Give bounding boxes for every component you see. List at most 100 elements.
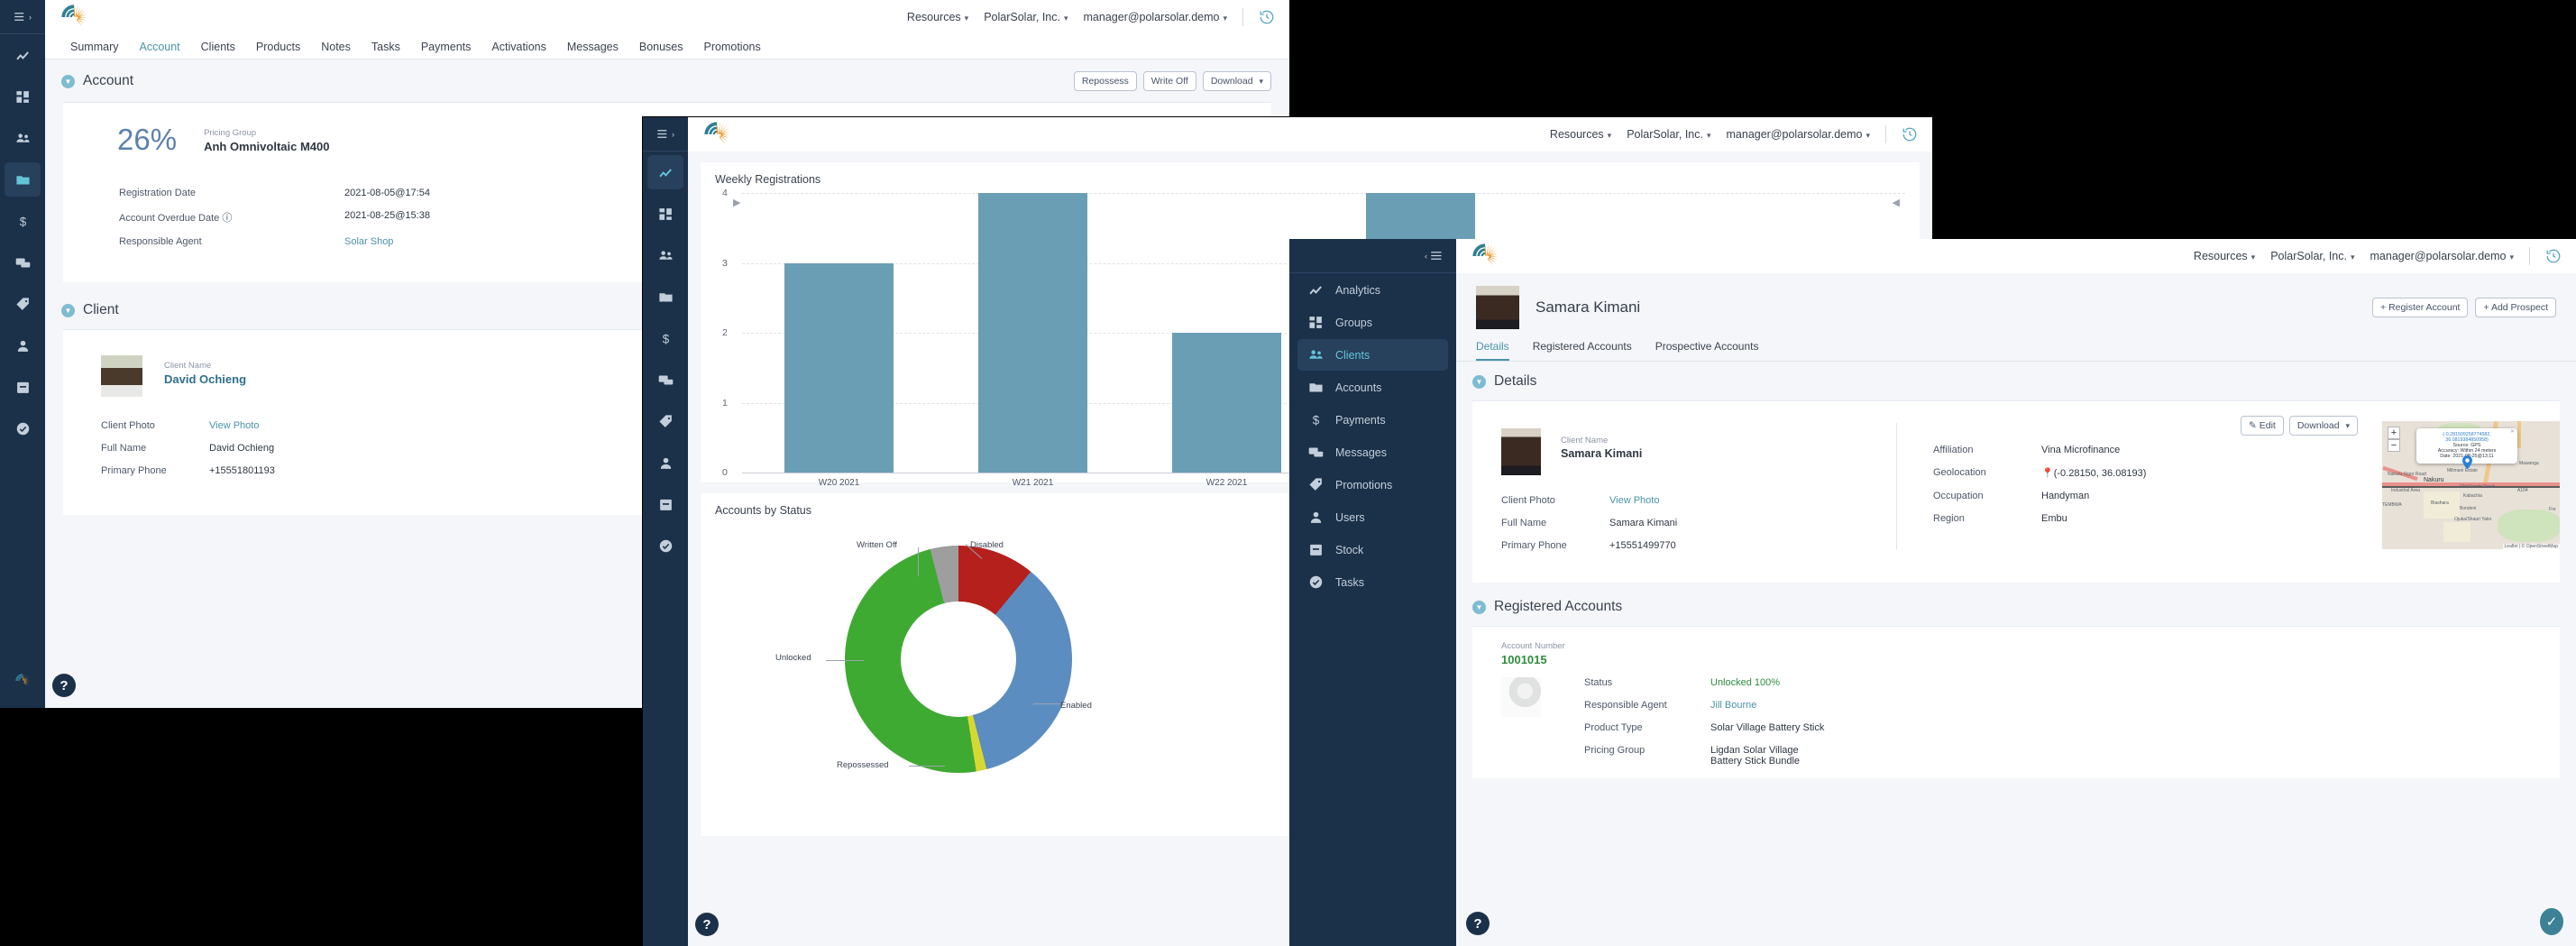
sidebar-item-users[interactable] (5, 328, 41, 363)
tab-registered-accounts[interactable]: Registered Accounts (1533, 340, 1632, 353)
tab-bonuses[interactable]: Bonuses (639, 41, 683, 53)
sidebar-item-stock[interactable] (647, 487, 683, 521)
confirm-check-button[interactable]: ✓ (2540, 908, 2563, 935)
edit-button[interactable]: ✎ Edit (2241, 416, 2284, 436)
sidebar-item-accounts[interactable]: Accounts (1297, 372, 1448, 403)
org-menu[interactable]: PolarSolar, Inc. ▾ (2270, 250, 2354, 262)
help-button-win2[interactable]: ? (695, 913, 719, 936)
tab-tasks[interactable]: Tasks (371, 41, 400, 53)
tab-promotions[interactable]: Promotions (704, 41, 761, 53)
org-menu[interactable]: PolarSolar, Inc. ▾ (984, 11, 1068, 23)
download-button[interactable]: Download ▾ (1202, 71, 1271, 91)
user-menu[interactable]: manager@polarsolar.demo ▾ (2370, 250, 2515, 262)
sidebar-collapse-toggle[interactable]: ‹ (1289, 239, 1456, 273)
sidebar-item-stock[interactable] (5, 370, 41, 404)
map-label-nakuru: Nakuru (2424, 477, 2444, 483)
geolocation-map[interactable]: Nakuru Mawanga Industrial Area Kabachia … (2382, 421, 2560, 549)
sidebar-item-stock[interactable]: Stock (1297, 534, 1448, 565)
close-icon[interactable]: ✕ (2510, 428, 2515, 435)
user-menu[interactable]: manager@polarsolar.demo ▾ (1084, 11, 1228, 23)
info-icon[interactable]: ⓘ (222, 213, 232, 224)
sidebar-item-messages[interactable] (647, 363, 683, 397)
tab-payments[interactable]: Payments (421, 41, 472, 53)
chevron-down-icon[interactable]: ▼ (61, 74, 75, 88)
bar-cell[interactable] (742, 193, 936, 473)
topbar-right-win3: Resources ▾ PolarSolar, Inc. ▾ manager@pol… (2194, 247, 2576, 265)
register-account-button[interactable]: + Register Account (2372, 298, 2469, 317)
bar[interactable] (978, 193, 1087, 473)
history-icon[interactable] (2545, 248, 2562, 264)
map-zoom-in-button[interactable]: + (2388, 427, 2400, 439)
sidebar-item-promotions[interactable] (647, 404, 683, 438)
map-label-a104: A104 (2517, 488, 2528, 493)
write-off-button[interactable]: Write Off (1142, 71, 1196, 91)
sidebar-item-analytics[interactable] (5, 38, 41, 72)
map-zoom-out-button[interactable]: − (2388, 439, 2400, 452)
sidebar-item-users[interactable]: Users (1297, 501, 1448, 533)
tab-details[interactable]: Details (1476, 340, 1509, 361)
responsible-agent-link[interactable]: Solar Shop (344, 236, 393, 247)
sidebar-toggle-win1[interactable]: › (0, 0, 45, 34)
view-photo-link[interactable]: View Photo (209, 420, 259, 431)
sidebar-item-users[interactable] (647, 445, 683, 480)
sidebar-item-label: Payments (1335, 413, 1386, 427)
resources-menu[interactable]: Resources ▾ (2194, 250, 2255, 262)
bar[interactable] (1172, 333, 1281, 473)
chevron-down-icon[interactable]: ▼ (61, 303, 75, 317)
sidebar-item-clients[interactable] (5, 121, 41, 155)
org-menu[interactable]: PolarSolar, Inc. ▾ (1627, 128, 1710, 141)
tab-activations[interactable]: Activations (491, 41, 545, 53)
y-axis-tick: 3 (722, 257, 728, 269)
resources-menu[interactable]: Resources ▾ (907, 11, 968, 23)
x-axis-tick: W21 2021 (1012, 478, 1054, 488)
sidebar-item-clients[interactable]: Clients (1297, 339, 1448, 371)
tab-products[interactable]: Products (256, 41, 300, 53)
sidebar-item-promotions[interactable]: Promotions (1297, 469, 1448, 501)
download-button[interactable]: Download ▾ (2288, 416, 2358, 436)
sidebar-item-tasks[interactable] (5, 411, 41, 445)
user-menu[interactable]: manager@polarsolar.demo ▾ (1727, 128, 1871, 141)
help-button-win1[interactable]: ? (52, 674, 76, 697)
sidebar-item-analytics[interactable] (647, 155, 683, 189)
donut-label-repossessed: Repossessed (837, 760, 889, 770)
tab-clients[interactable]: Clients (201, 41, 235, 53)
screen: › $ Resources ▾ PolarSolar, Inc. ▾ manag… (0, 0, 2576, 946)
sidebar-item-analytics[interactable]: Analytics (1297, 274, 1448, 306)
tab-summary[interactable]: Summary (70, 41, 118, 53)
sidebar-item-payments[interactable]: $ (5, 204, 41, 238)
chevron-down-icon[interactable]: ▼ (1472, 600, 1486, 614)
icon-sidebar-win2: › $ (643, 117, 688, 946)
tab-account[interactable]: Account (139, 41, 179, 53)
view-photo-link[interactable]: View Photo (1609, 495, 1659, 506)
help-button-win3[interactable]: ? (1466, 912, 1490, 935)
sidebar-item-messages[interactable] (5, 245, 41, 280)
repossess-button[interactable]: Repossess (1073, 71, 1137, 91)
chevron-down-icon[interactable]: ▼ (1472, 374, 1486, 389)
tab-prospective-accounts[interactable]: Prospective Accounts (1655, 340, 1759, 353)
responsible-agent-link[interactable]: Jill Bourne (1710, 700, 1756, 711)
sidebar-item-promotions[interactable] (5, 287, 41, 321)
sidebar-item-accounts[interactable] (647, 280, 683, 314)
sidebar-item-tasks[interactable] (647, 528, 683, 563)
tab-notes[interactable]: Notes (321, 41, 351, 53)
add-prospect-button[interactable]: + Add Prospect (2475, 298, 2556, 317)
resources-menu[interactable]: Resources ▾ (1550, 128, 1611, 141)
sidebar-item-payments[interactable]: $ (647, 321, 683, 355)
sidebar-item-accounts[interactable] (5, 162, 41, 197)
history-icon[interactable] (1259, 9, 1275, 25)
sidebar-toggle-win2[interactable]: › (643, 117, 688, 152)
collapse-left-arrow-icon[interactable]: ▶ (733, 197, 740, 208)
sidebar-item-clients[interactable] (647, 238, 683, 272)
sidebar-item-tasks[interactable]: Tasks (1297, 566, 1448, 598)
sidebar-item-payments[interactable]: $ Payments (1297, 404, 1448, 436)
bar[interactable] (784, 262, 894, 473)
sidebar-item-messages[interactable]: Messages (1297, 436, 1448, 468)
sidebar-item-groups[interactable] (5, 79, 41, 114)
sidebar-item-groups[interactable]: Groups (1297, 307, 1448, 338)
bar-cell[interactable] (936, 193, 1130, 473)
history-icon[interactable] (1902, 126, 1918, 142)
client-name-link[interactable]: David Ochieng (164, 372, 246, 386)
sidebar-item-groups[interactable] (647, 197, 683, 231)
tab-messages[interactable]: Messages (567, 41, 619, 53)
map-attribution: Leaflet | © OpenStreetMap (2502, 544, 2560, 549)
